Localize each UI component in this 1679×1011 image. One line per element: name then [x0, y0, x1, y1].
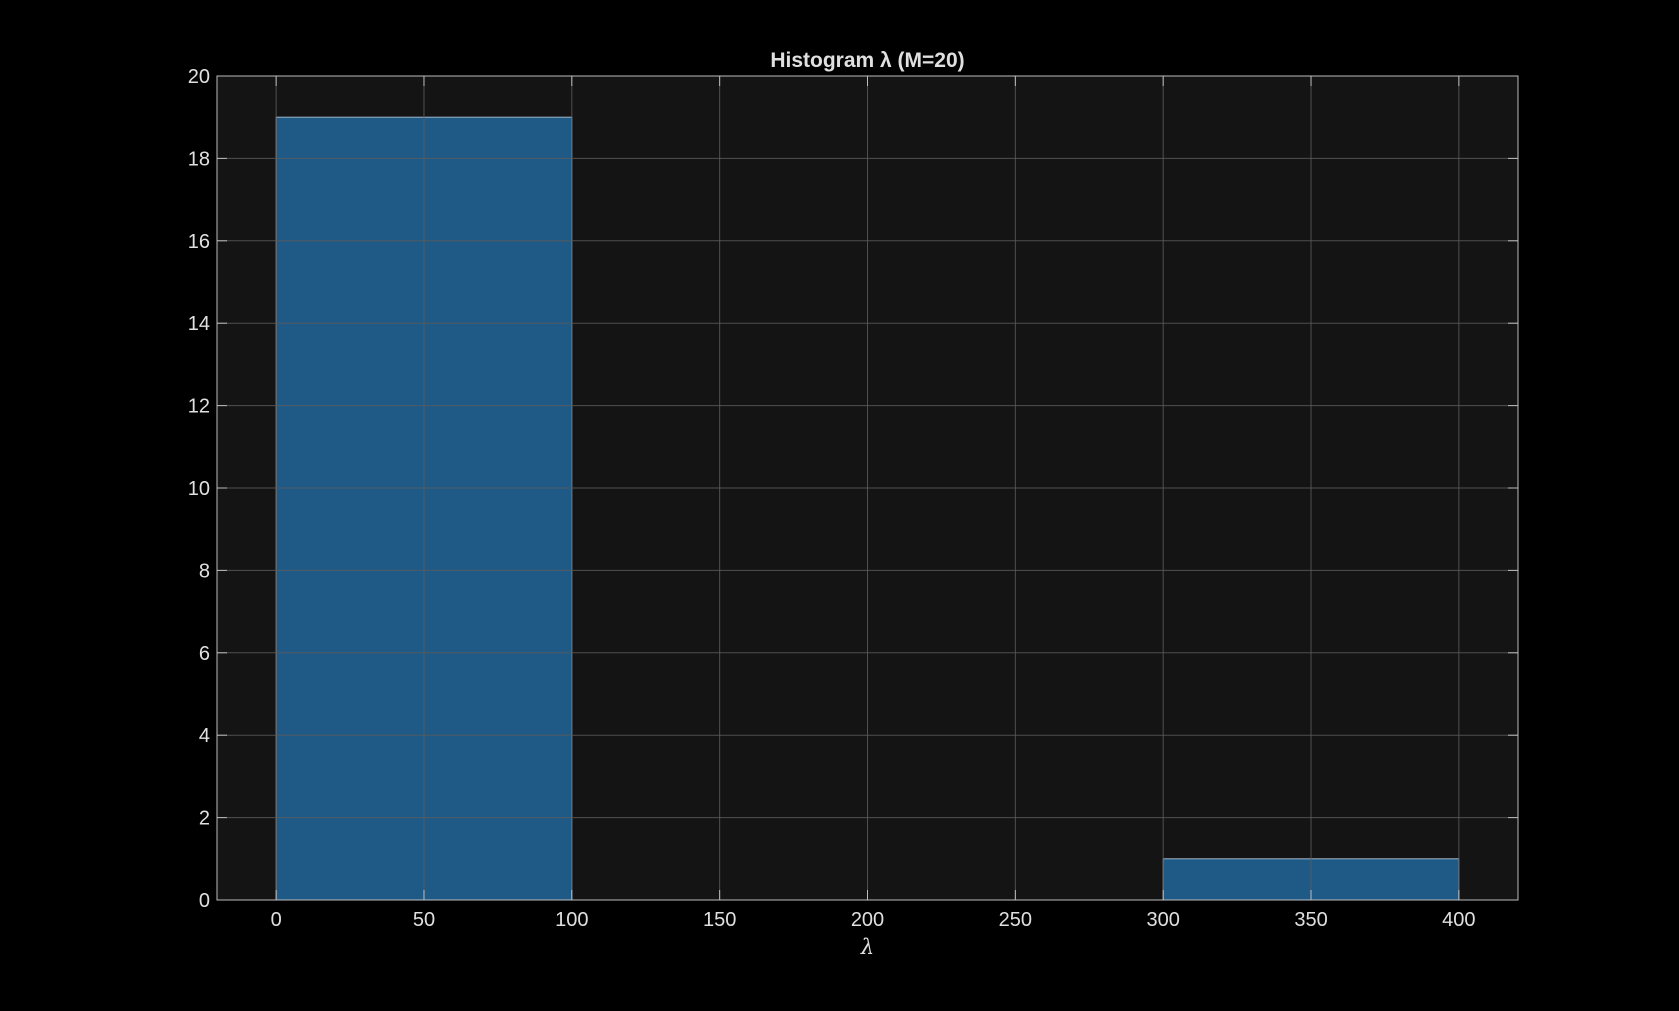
y-tick-label: 6 [199, 643, 210, 665]
x-tick-label: 400 [1442, 909, 1475, 931]
y-tick-label: 4 [199, 725, 210, 747]
x-tick-label: 350 [1294, 909, 1327, 931]
y-tick-label: 14 [188, 313, 210, 335]
x-tick-label: 250 [999, 909, 1032, 931]
y-tick-label: 0 [199, 890, 210, 912]
histogram-figure: 0 50 100 150 200 250 300 350 400 0 2 4 6 8 10 12 14 16 18 2… [188, 49, 1519, 959]
x-tick-label: 300 [1146, 909, 1179, 931]
chart-title: Histogram λ (M=20) [770, 49, 964, 72]
x-tick-label: 150 [703, 909, 736, 931]
x-tick-label: 100 [555, 909, 588, 931]
x-tick-label: 200 [851, 909, 884, 931]
y-tick-label: 16 [188, 231, 210, 253]
y-tick-label: 12 [188, 396, 210, 418]
y-tick-label: 10 [188, 478, 210, 500]
x-axis-label: λ [860, 935, 874, 959]
y-tick-label: 20 [188, 66, 210, 88]
x-tick-label: 50 [413, 909, 435, 931]
x-tick-label: 0 [271, 909, 282, 931]
y-tick-label: 8 [199, 560, 210, 582]
y-tick-label: 18 [188, 148, 210, 170]
y-tick-label: 2 [199, 808, 210, 830]
